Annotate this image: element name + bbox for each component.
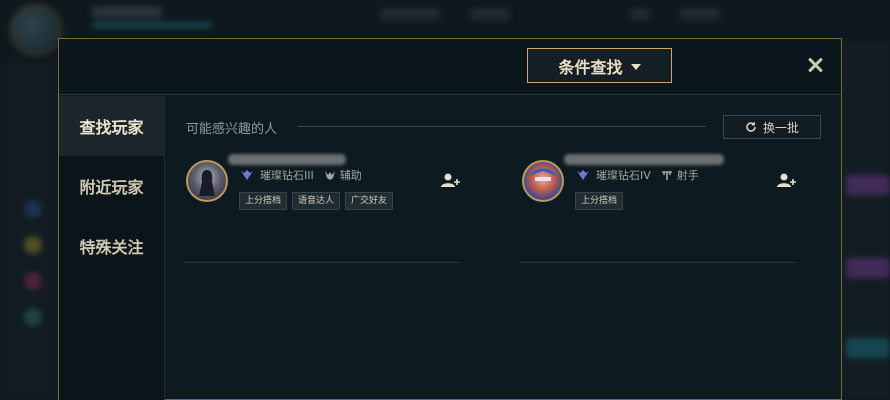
player-tags: 上分搭档	[575, 192, 624, 210]
player-tag: 上分搭档	[239, 192, 288, 210]
player-name-redacted	[228, 154, 346, 165]
player-rank-row: 璀璨钻石III 辅助	[240, 167, 362, 183]
avatar-character-icon	[530, 168, 556, 181]
dialog-header: 条件查找	[59, 39, 841, 95]
sidebar-item-label: 特殊关注	[79, 238, 144, 257]
player-rank: 璀璨钻石IV	[596, 169, 651, 182]
support-icon	[324, 171, 335, 180]
player-role: 射手	[676, 169, 699, 182]
marksman-icon	[661, 171, 672, 180]
sidebar: 查找玩家 附近玩家 特殊关注	[59, 96, 165, 400]
find-player-dialog: 条件查找 查找玩家 附近玩家 特殊关注 可能感兴趣的人 换一批 璀璨钻石III …	[58, 38, 842, 400]
main-content: 可能感兴趣的人 换一批 璀璨钻石III 辅助 上分搭档 语音达人 广交好友 璀璨…	[166, 96, 841, 400]
close-icon[interactable]	[805, 55, 825, 75]
avatar-figure-icon	[199, 170, 215, 196]
add-friend-icon[interactable]	[440, 172, 460, 188]
player-avatar[interactable]	[186, 160, 228, 202]
section-title: 可能感兴趣的人	[186, 122, 278, 137]
sidebar-item-label: 查找玩家	[79, 118, 144, 137]
background-dot	[24, 236, 42, 254]
filter-search-label: 条件查找	[558, 57, 623, 77]
diamond-rank-icon	[241, 170, 253, 180]
background-left-column	[0, 60, 58, 400]
refresh-button[interactable]: 换一批	[723, 115, 821, 139]
background-avatar	[10, 4, 62, 56]
background-pill	[380, 8, 440, 20]
player-rank-row: 璀璨钻石IV 射手	[576, 167, 699, 183]
player-avatar[interactable]	[522, 160, 564, 202]
background-chip	[846, 258, 890, 278]
player-card: 璀璨钻石IV 射手 上分搭档	[520, 154, 796, 263]
background-pill	[470, 8, 510, 20]
diamond-rank-icon	[577, 170, 589, 180]
player-rank: 璀璨钻石III	[260, 169, 314, 182]
refresh-icon	[746, 122, 756, 132]
sidebar-item-find-player[interactable]: 查找玩家	[59, 96, 164, 156]
card-divider	[520, 262, 796, 263]
background-progress-bar	[92, 22, 212, 28]
background-chip	[846, 338, 890, 358]
refresh-label: 换一批	[762, 120, 799, 135]
player-role: 辅助	[339, 169, 362, 182]
sidebar-item-nearby-players[interactable]: 附近玩家	[59, 156, 164, 216]
player-tag: 广交好友	[345, 192, 394, 210]
player-card: 璀璨钻石III 辅助 上分搭档 语音达人 广交好友	[184, 154, 460, 263]
background-dot	[24, 272, 42, 290]
player-name-redacted	[564, 154, 724, 165]
card-divider	[184, 262, 460, 263]
background-pill	[680, 8, 720, 20]
background-dot	[24, 200, 42, 218]
section-divider	[298, 126, 706, 127]
sidebar-item-special-follow[interactable]: 特殊关注	[59, 216, 164, 276]
sidebar-item-label: 附近玩家	[79, 178, 144, 197]
add-friend-icon[interactable]	[776, 172, 796, 188]
player-tags: 上分搭档 语音达人 广交好友	[239, 192, 394, 210]
background-pill	[630, 8, 650, 20]
background-chip	[846, 175, 890, 195]
caret-down-icon	[630, 63, 641, 70]
player-tag: 语音达人	[292, 192, 341, 210]
filter-search-button[interactable]: 条件查找	[527, 48, 672, 83]
player-tag: 上分搭档	[575, 192, 624, 210]
background-dot	[24, 308, 42, 326]
background-title	[92, 6, 162, 18]
